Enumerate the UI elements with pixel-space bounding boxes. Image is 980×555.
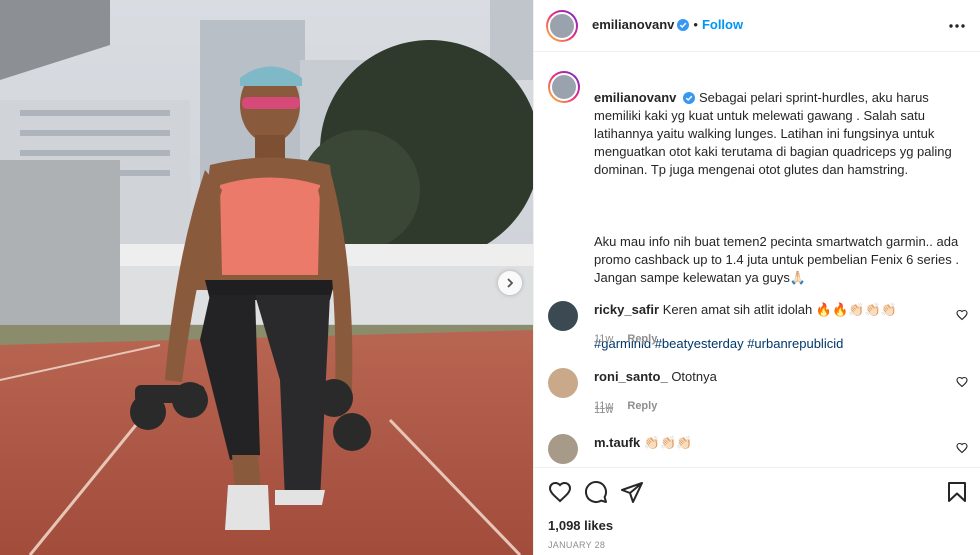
comment-meta: 11w Reply [594, 400, 657, 412]
chevron-right-icon [507, 278, 514, 288]
next-photo-button[interactable] [498, 271, 522, 295]
comment-icon[interactable] [584, 480, 608, 504]
comment-text: Keren amat sih atlit idolah 🔥🔥👏🏻👏🏻👏🏻 [662, 302, 897, 317]
comment-like-heart-icon[interactable] [956, 442, 968, 454]
commenter-avatar[interactable] [548, 368, 578, 398]
author-avatar[interactable] [546, 10, 578, 42]
comment-body: roni_santo_ Ototnya [594, 368, 924, 386]
follow-button[interactable]: Follow [702, 17, 743, 32]
comment-body: ricky_safir Keren amat sih atlit idolah … [594, 301, 924, 319]
caption-paragraph-2: Aku mau info nih buat temen2 pecinta sma… [594, 234, 959, 285]
post-date[interactable]: JANUARY 28 [548, 540, 605, 550]
commenter-username[interactable]: roni_santo_ [594, 369, 668, 384]
reply-button[interactable]: Reply [627, 400, 657, 412]
bookmark-icon[interactable] [945, 480, 969, 504]
comment-body: m.taufk 👏🏻👏🏻👏🏻 [594, 434, 924, 452]
comment-text: Ototnya [671, 369, 717, 384]
post-side-panel: emilianovanv • Follow emilianovanv Sebagai… [533, 0, 980, 555]
header-author-line: emilianovanv • Follow [592, 17, 743, 32]
reply-button[interactable]: Reply [627, 333, 657, 345]
verified-badge-icon [677, 19, 690, 31]
caption-author-username[interactable]: emilianovanv [594, 90, 676, 105]
commenter-avatar[interactable] [548, 434, 578, 464]
commenter-username[interactable]: m.taufk [594, 435, 640, 450]
verified-badge-icon [683, 92, 696, 104]
photo-illustration [0, 0, 533, 555]
comment-age: 11w [594, 333, 614, 345]
post-photo[interactable] [0, 0, 533, 555]
commenter-username[interactable]: ricky_safir [594, 302, 659, 317]
likes-count[interactable]: 1,098 likes [548, 518, 613, 533]
more-options-icon[interactable] [947, 16, 967, 36]
post-header: emilianovanv • Follow [534, 0, 980, 52]
comment-like-heart-icon[interactable] [956, 376, 968, 388]
comment-text: 👏🏻👏🏻👏🏻 [643, 435, 693, 450]
share-icon[interactable] [620, 480, 644, 504]
separator-dot: • [693, 17, 698, 32]
comment-meta: 11w Reply [594, 333, 657, 345]
comment-age: 11w [594, 400, 614, 412]
heart-icon[interactable] [548, 480, 572, 504]
commenter-avatar[interactable] [548, 301, 578, 331]
author-username[interactable]: emilianovanv [592, 17, 674, 32]
comment-like-heart-icon[interactable] [956, 309, 968, 321]
post-actions: 1,098 likes JANUARY 28 [534, 467, 980, 555]
caption-author-avatar[interactable] [548, 71, 580, 103]
comments-section[interactable]: emilianovanv Sebagai pelari sprint-hurdl… [534, 53, 980, 467]
